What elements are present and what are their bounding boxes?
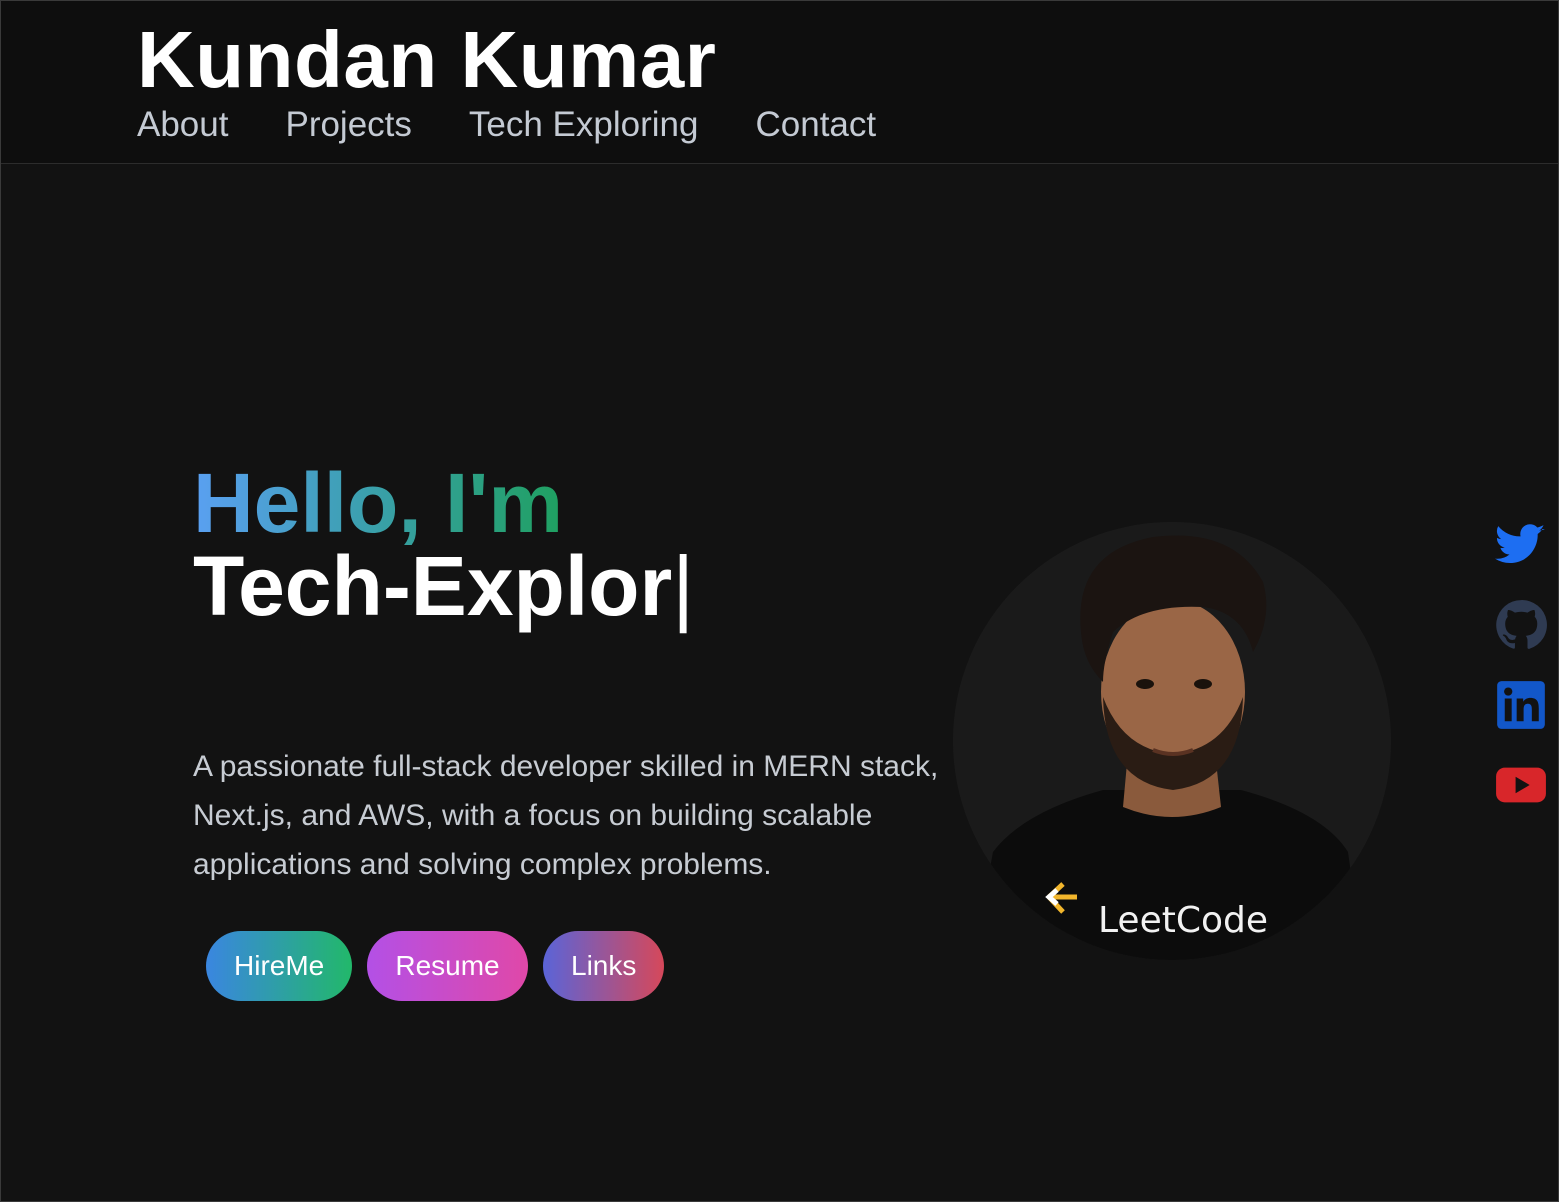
bio-line: Next.js, and AWS, with a focus on buildi… — [193, 799, 873, 832]
typing-cursor: | — [672, 539, 695, 633]
main-nav: About Projects Tech Exploring Contact — [137, 105, 876, 145]
linkedin-icon[interactable] — [1495, 679, 1547, 731]
profile-avatar: LeetCode — [953, 522, 1391, 960]
hero-actions: HireMe Resume Links — [206, 931, 664, 1001]
shirt-logo-text: LeetCode — [1098, 900, 1268, 941]
nav-contact[interactable]: Contact — [755, 105, 876, 145]
typed-word: Tech-Explor — [193, 539, 673, 633]
links-button[interactable]: Links — [543, 931, 664, 1001]
twitter-icon[interactable] — [1495, 519, 1547, 571]
brand-name[interactable]: Kundan Kumar — [137, 15, 716, 105]
hero-greeting: Hello, I'm — [193, 456, 564, 550]
bio-line: A passionate full-stack developer skille… — [193, 750, 939, 783]
nav-tech-exploring[interactable]: Tech Exploring — [469, 105, 699, 145]
bio-line: applications and solving complex problem… — [193, 848, 772, 881]
social-links — [1493, 519, 1549, 811]
hire-me-button[interactable]: HireMe — [206, 931, 352, 1001]
hero-title: Hello, I'm Tech-Explor| — [193, 459, 694, 631]
avatar-portrait: LeetCode — [953, 522, 1391, 960]
youtube-icon[interactable] — [1495, 759, 1547, 811]
hero-typed-text: Tech-Explor| — [193, 541, 694, 631]
resume-button[interactable]: Resume — [367, 931, 528, 1001]
hero-bio: A passionate full-stack developer skille… — [193, 742, 956, 889]
github-icon[interactable] — [1495, 599, 1547, 651]
nav-about[interactable]: About — [137, 105, 228, 145]
nav-projects[interactable]: Projects — [285, 105, 411, 145]
site-header: Kundan Kumar About Projects Tech Explori… — [1, 1, 1558, 164]
